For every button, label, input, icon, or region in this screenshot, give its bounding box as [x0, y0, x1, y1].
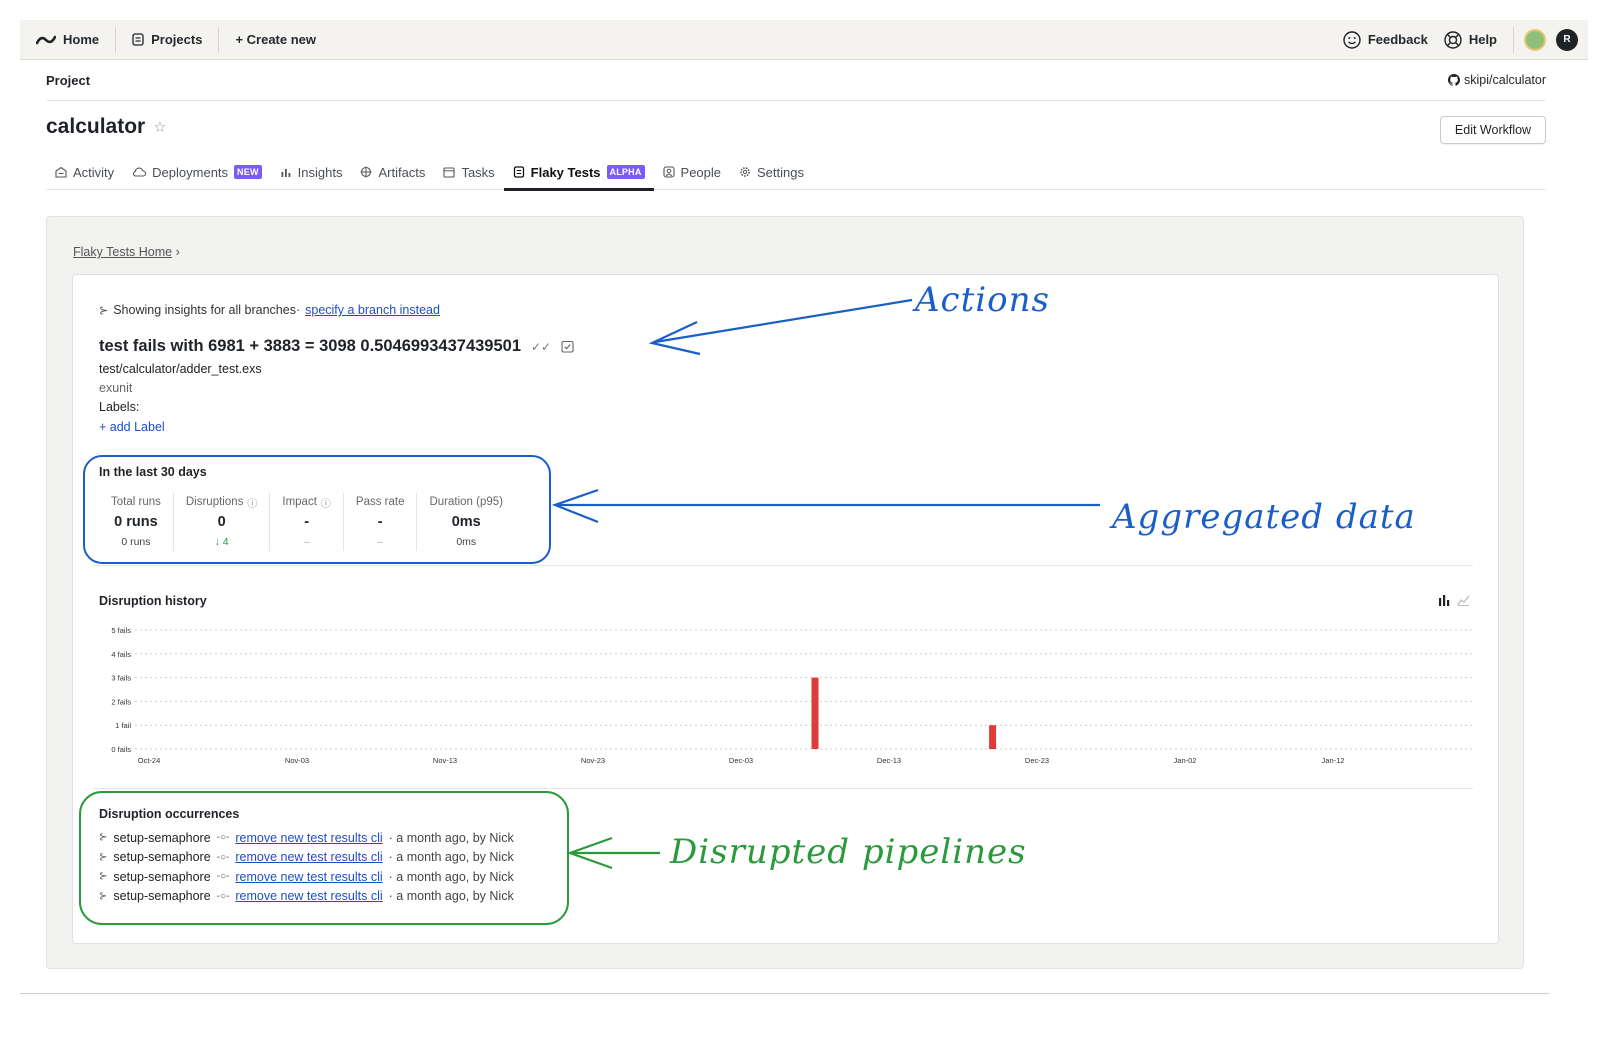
annotation-disrupted-pipelines: Disrupted pipelines	[670, 832, 1027, 872]
disrupted-highlight-box	[79, 791, 569, 925]
annotation-aggregated-data: Aggregated data	[1112, 497, 1416, 537]
actions-arrow	[654, 298, 913, 344]
annotation-actions: Actions	[915, 280, 1050, 320]
aggregated-highlight-box	[83, 455, 551, 564]
